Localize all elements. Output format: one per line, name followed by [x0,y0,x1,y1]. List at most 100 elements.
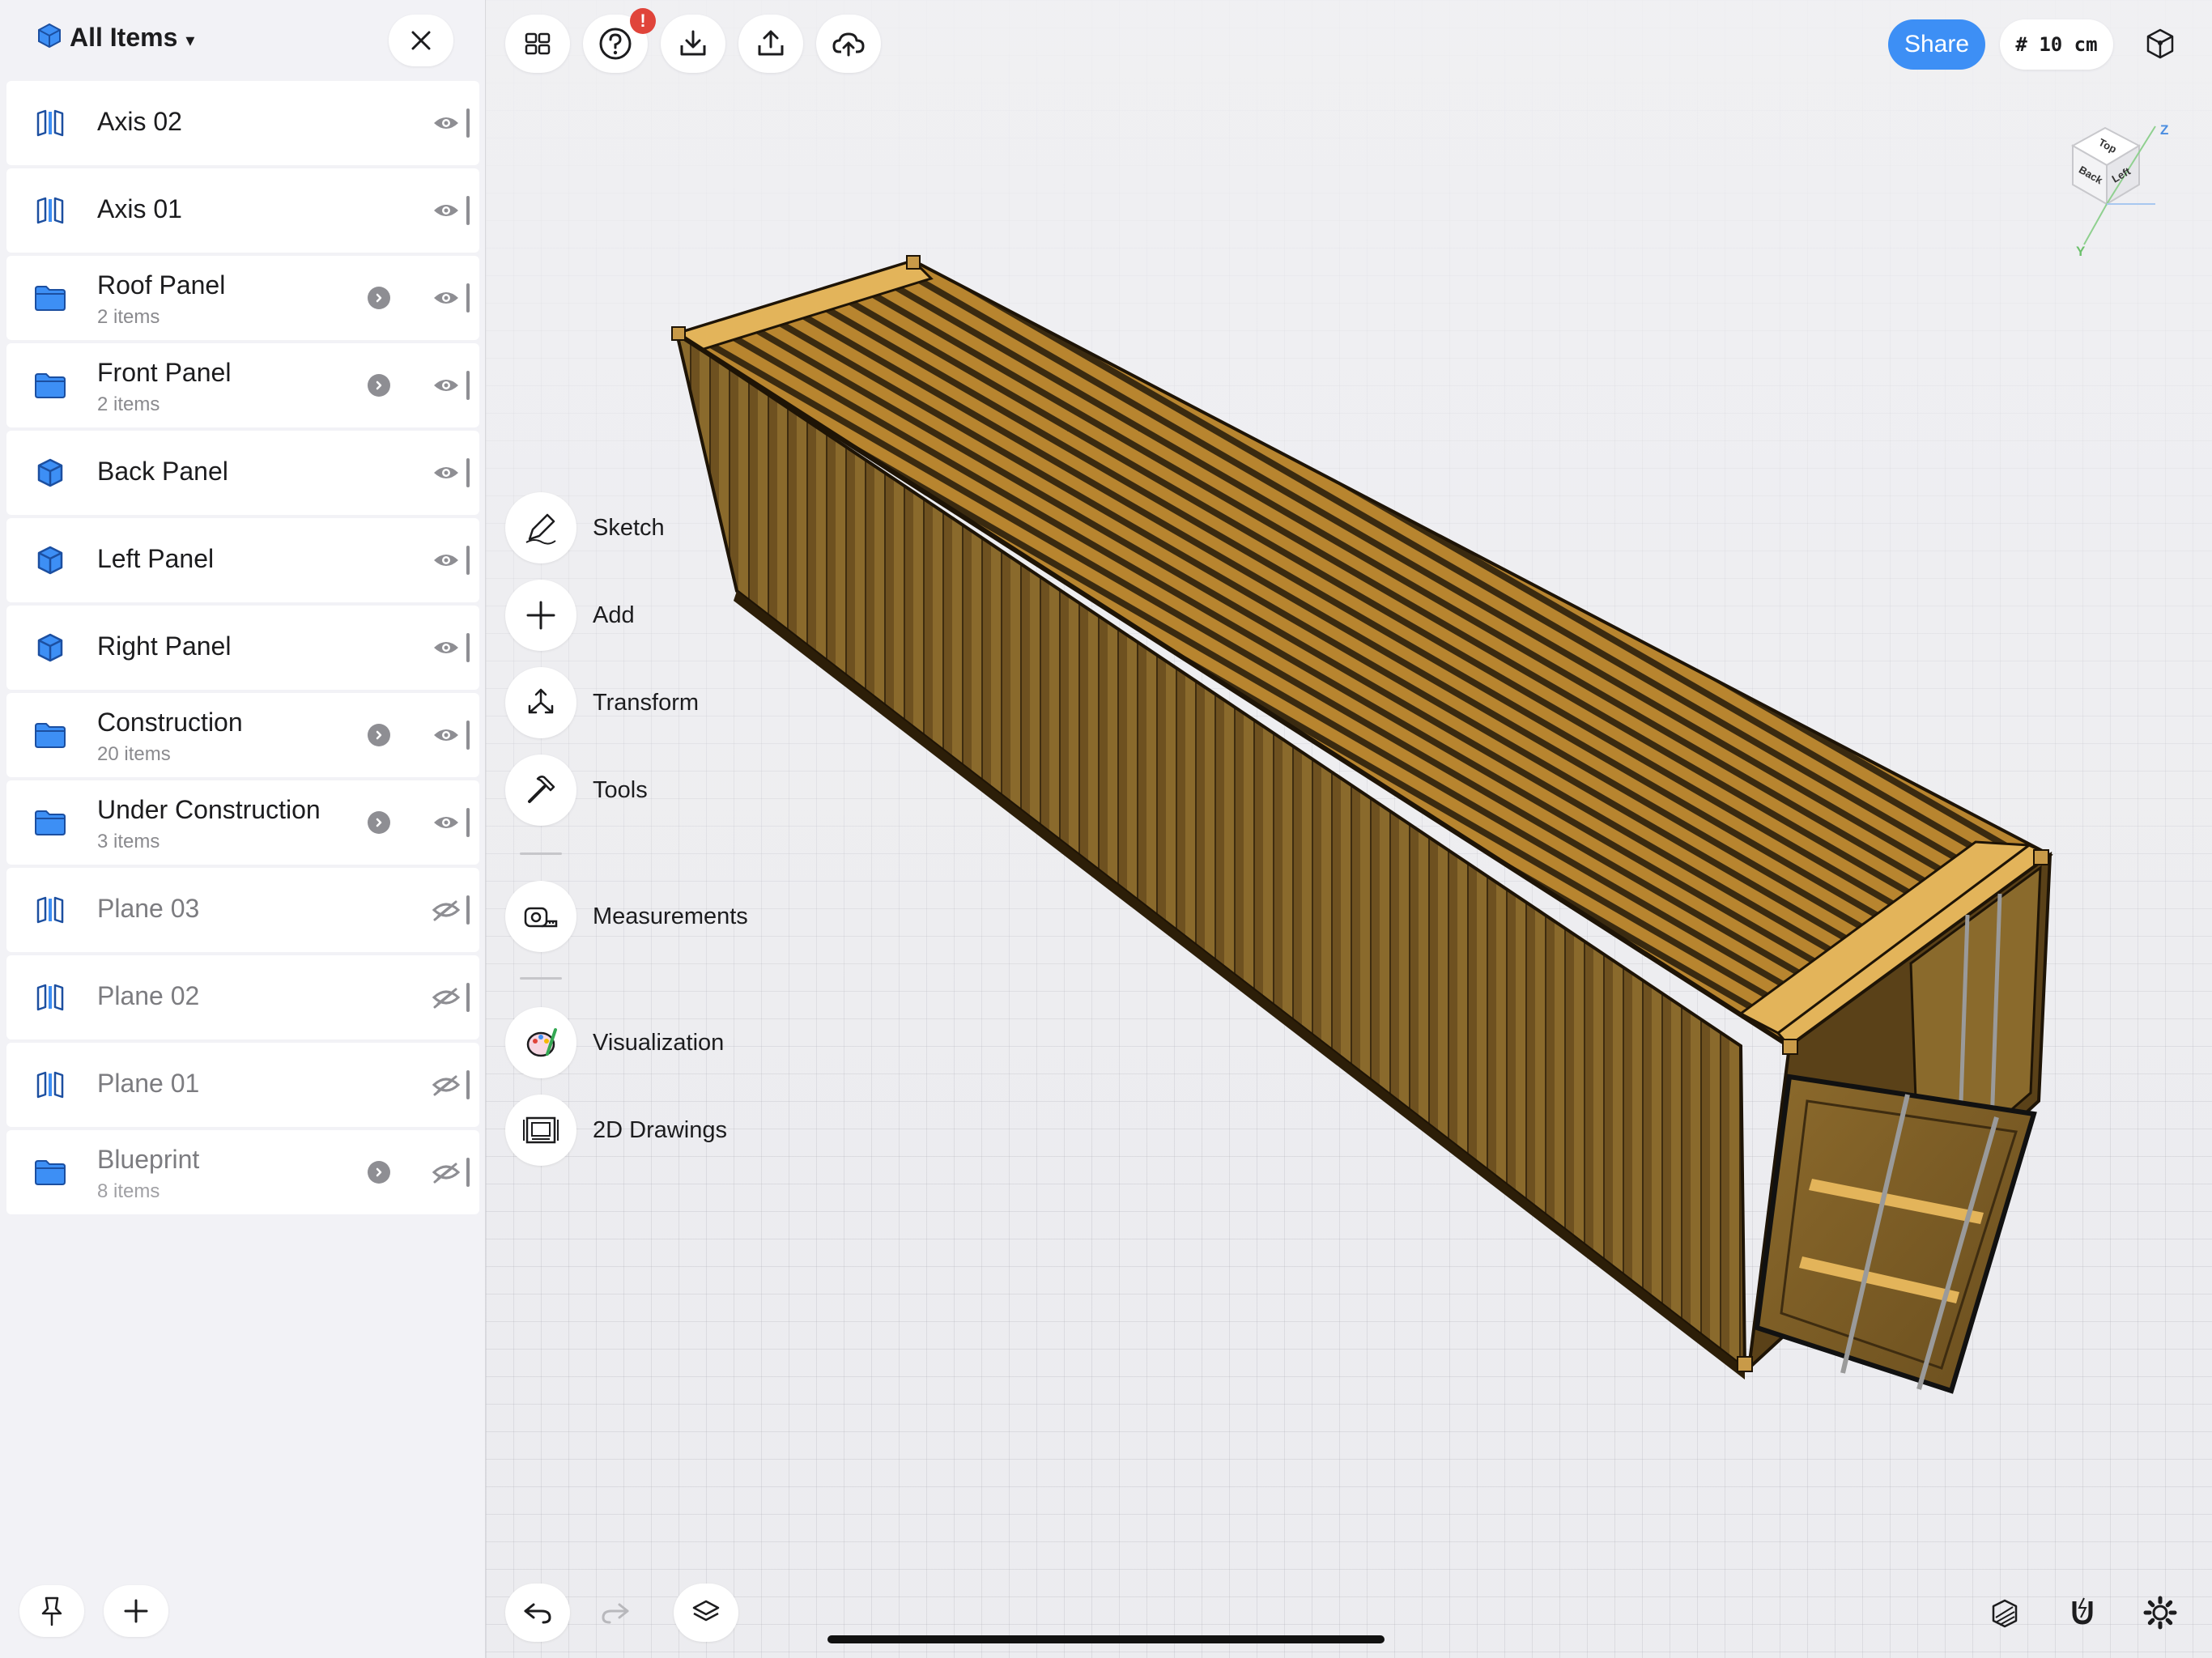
visibility-toggle[interactable] [431,983,462,1012]
folder-icon [35,810,66,835]
cloud-upload-button[interactable] [816,15,881,73]
solid-type-icon [34,631,66,664]
drag-handle[interactable] [466,1070,470,1099]
view-navigation-cube[interactable]: Top Back Left Z Y [2048,113,2170,259]
layers-button[interactable] [674,1584,738,1642]
item-name: Axis 01 [97,194,182,223]
app-grid-button[interactable] [505,15,570,73]
visibility-toggle[interactable] [431,808,462,837]
drag-handle[interactable] [466,371,470,400]
visibility-toggle[interactable] [431,196,462,225]
visibility-toggle[interactable] [431,458,462,487]
undo-icon [524,1603,551,1624]
grid-size-button[interactable]: # 10 cm [2000,19,2113,70]
eye-slash-icon [432,1163,461,1184]
drag-handle[interactable] [466,108,470,138]
export-button[interactable] [738,15,803,73]
drag-handle[interactable] [466,983,470,1012]
tool-tools[interactable]: Tools [505,755,648,826]
pin-button[interactable] [19,1585,84,1637]
tool-tools-label: Tools [593,776,648,803]
visibility-toggle[interactable] [431,633,462,662]
plus-icon [526,601,555,630]
tool-sketch[interactable]: Sketch [505,492,665,563]
visibility-toggle[interactable] [431,371,462,400]
close-sidebar-button[interactable] [389,15,453,66]
item-count: 20 items [97,743,171,765]
cube-icon [37,633,63,662]
list-item[interactable]: Left Panel [6,518,479,602]
list-item[interactable]: Plane 02 [6,955,479,1039]
drag-handle[interactable] [466,546,470,575]
open-folder-button[interactable] [368,724,390,746]
folder-type-icon [34,1156,66,1188]
axis-y-label: Y [2076,244,2086,259]
tool-add[interactable]: Add [505,580,635,651]
upload-tray-icon [758,30,784,56]
plane-icon [36,896,64,924]
redo-button[interactable] [583,1584,648,1642]
visibility-toggle[interactable] [431,1158,462,1187]
share-button[interactable]: Share [1888,19,1985,70]
list-item[interactable]: Roof Panel 2 items [6,256,479,340]
drag-handle[interactable] [466,633,470,662]
3d-viewport[interactable] [486,0,2212,1658]
list-item[interactable]: Right Panel [6,606,479,690]
cloud-upload-icon [832,32,865,57]
open-folder-button[interactable] [368,287,390,309]
open-folder-button[interactable] [368,374,390,397]
plane-icon [36,1071,64,1099]
drag-handle[interactable] [466,721,470,750]
shipping-container-model[interactable] [486,0,2212,1658]
layers-icon [692,1600,720,1622]
list-item[interactable]: Back Panel [6,431,479,515]
list-item[interactable]: Under Construction 3 items [6,780,479,865]
list-item[interactable]: Axis 02 [6,81,479,165]
folder-icon [35,373,66,398]
help-notification-badge: ! [630,8,656,34]
snapping-button[interactable] [2050,1584,2115,1642]
import-button[interactable] [661,15,725,73]
visibility-toggle[interactable] [431,721,462,750]
drag-handle[interactable] [466,1158,470,1187]
list-item[interactable]: Front Panel 2 items [6,343,479,427]
list-item[interactable]: Blueprint 8 items [6,1130,479,1214]
tool-transform[interactable]: Transform [505,667,699,738]
tool-add-label: Add [593,602,635,628]
blueprint-icon [523,1116,559,1144]
tool-2d-drawings[interactable]: 2D Drawings [505,1095,727,1166]
drag-handle[interactable] [466,895,470,925]
list-item[interactable]: Plane 01 [6,1043,479,1127]
menu-divider [520,852,562,855]
visibility-toggle[interactable] [431,895,462,925]
drag-handle[interactable] [466,808,470,837]
item-name: Back Panel [97,457,228,486]
open-folder-button[interactable] [368,811,390,834]
layers-cube-icon [37,23,62,53]
cube-icon [37,458,63,487]
tool-measurements[interactable]: Measurements [505,881,748,952]
visibility-toggle[interactable] [431,1070,462,1099]
drag-handle[interactable] [466,196,470,225]
drag-handle[interactable] [466,458,470,487]
redo-icon [602,1603,629,1624]
visibility-toggle[interactable] [431,283,462,312]
undo-button[interactable] [505,1584,570,1642]
settings-button[interactable] [2128,1584,2193,1642]
list-item[interactable]: Construction 20 items [6,693,479,777]
add-item-button[interactable] [104,1585,168,1637]
items-sidebar: All Items ▾ Axis 02 Axis 01 Roof Panel 2 it… [0,0,486,1658]
list-item[interactable]: Axis 01 [6,168,479,253]
axis-z-label: Z [2160,122,2168,138]
tool-visualization[interactable]: Visualization [505,1007,724,1078]
view-options-button[interactable] [2128,15,2193,73]
item-name: Construction [97,708,243,737]
open-folder-button[interactable] [368,1161,390,1184]
visibility-toggle[interactable] [431,108,462,138]
cube-icon [37,546,63,575]
drag-handle[interactable] [466,283,470,312]
list-item[interactable]: Plane 03 [6,868,479,952]
all-items-dropdown[interactable]: All Items ▾ [37,23,194,53]
section-view-button[interactable] [1972,1584,2037,1642]
visibility-toggle[interactable] [431,546,462,575]
